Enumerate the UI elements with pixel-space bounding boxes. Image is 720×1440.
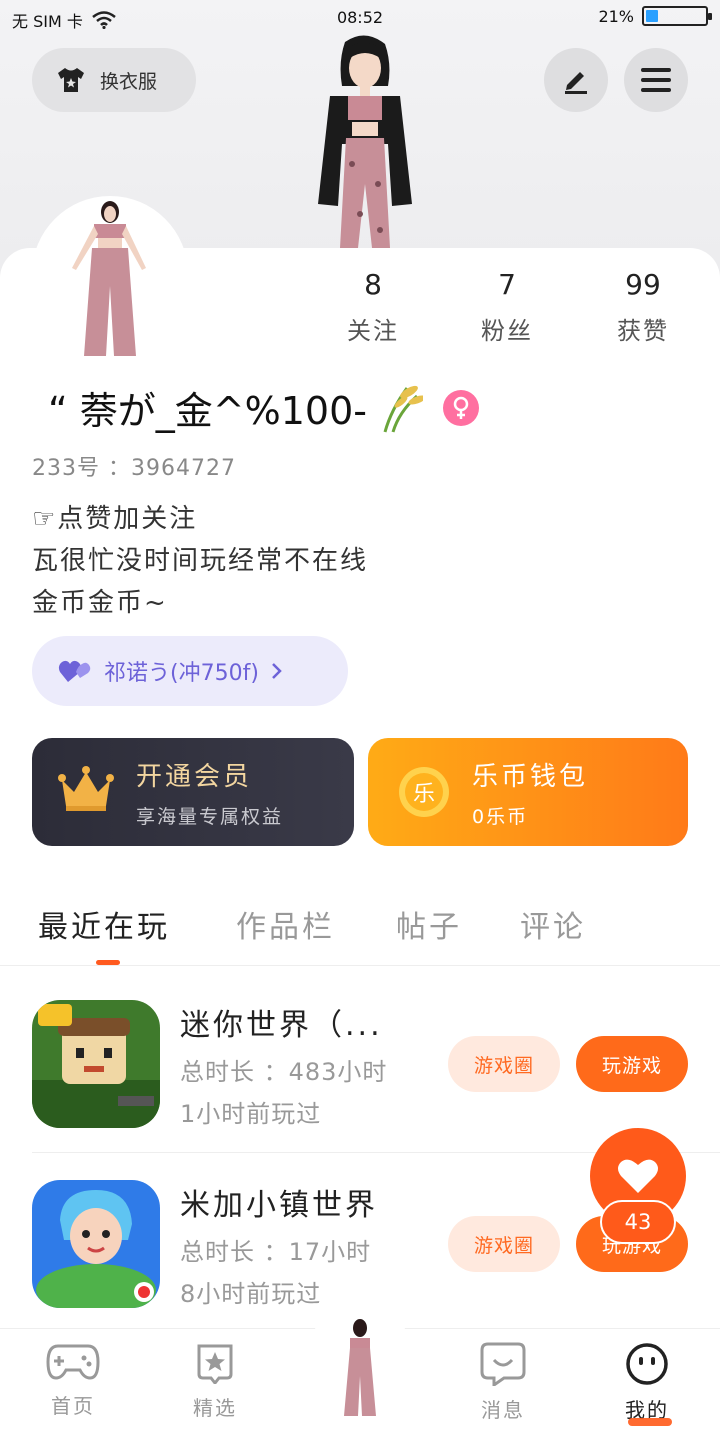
bio-line: 瓦很忙没时间玩经常不在线 [32,546,369,576]
relationship-label: 祁诺う(冲750f) [104,661,259,686]
nav-active-indicator [628,1418,672,1426]
game-title: 米加小镇世界 [180,1188,378,1223]
bio-line: ☞点赞加关注 [32,504,198,534]
status-bar: 无 SIM 卡 08:52 21% [0,0,720,36]
tab-posts[interactable]: 帖子 [396,902,462,946]
hamburger-menu-icon [641,68,671,92]
tshirt-icon [58,68,84,92]
battery-icon [642,6,712,26]
battery-percent: 21% [598,6,634,26]
game-last-played: 8小时前玩过 [180,1280,322,1308]
nav-avatar-image [344,1319,376,1416]
pencil-icon [565,72,587,94]
mini-world-game-icon [32,1000,160,1128]
vip-membership-card[interactable]: 开通会员 享海量专属权益 [32,738,354,846]
nav-messages-label: 消息 [481,1398,525,1422]
game-circle-button[interactable]: 游戏圈 [448,1216,560,1272]
username: “ 萘が_金^%100- [48,389,367,433]
relationship-pill[interactable]: 祁诺う(冲750f) [32,636,348,706]
stat-followers[interactable]: 7 粉丝 [452,268,562,346]
avatar-thumbnail-image [72,201,146,356]
vip-title: 开通会员 [136,762,253,792]
gamepad-icon [46,1344,100,1380]
likes-count: 99 [625,268,661,301]
username-row: “ 萘が_金^%100- [48,380,479,435]
tab-indicator [96,960,120,965]
bio: ☞点赞加关注 瓦很忙没时间玩经常不在线 金币金币~ [32,498,368,624]
user-id: 233号 ：3964727 [32,456,236,481]
play-game-button[interactable]: 玩游戏 [576,1036,688,1092]
likes-label: 获赞 [617,317,669,345]
like-count-badge: 43 [600,1200,676,1244]
miga-town-game-icon [32,1180,160,1308]
nav-home-label: 首页 [51,1394,95,1418]
profile-tabs: 最近在玩 作品栏 帖子 评论 [0,880,720,966]
game-duration: 总时长 ：483小时 [180,1058,388,1086]
nav-home[interactable]: 首页 [28,1342,118,1419]
avatar[interactable] [32,196,188,356]
profile-stats: 8 关注 7 粉丝 99 获赞 [300,268,720,358]
nav-featured-label: 精选 [193,1396,237,1420]
nav-me[interactable]: 我的 [602,1342,692,1423]
stat-likes[interactable]: 99 获赞 [588,268,698,346]
chat-smile-icon [480,1342,526,1388]
edit-profile-button[interactable] [544,48,608,112]
avatar-character-image[interactable] [290,34,440,248]
vip-subtitle: 享海量专属权益 [136,806,284,828]
wallet-card[interactable]: 乐 乐币钱包 0乐币 [368,738,688,846]
game-duration: 总时长 ：17小时 [180,1238,372,1266]
following-label: 关注 [347,317,399,345]
nav-featured[interactable]: 精选 [170,1342,260,1421]
tab-works[interactable]: 作品栏 [236,902,335,946]
list-item[interactable]: 迷你世界（... 总时长 ：483小时 1小时前玩过 游戏圈 玩游戏 [32,1000,720,1150]
stat-following[interactable]: 8 关注 [318,268,428,346]
menu-button[interactable] [624,48,688,112]
tab-recently-played[interactable]: 最近在玩 [38,902,170,946]
tab-comments[interactable]: 评论 [520,902,586,946]
chevron-right-icon [272,663,282,679]
game-circle-button[interactable]: 游戏圈 [448,1036,560,1092]
nav-messages[interactable]: 消息 [458,1342,548,1423]
followers-label: 粉丝 [481,317,533,345]
heart-icon [618,1159,658,1193]
coin-glyph: 乐 [412,782,435,807]
star-badge-icon [197,1344,233,1386]
followers-count: 7 [498,268,516,301]
battery-level [646,10,658,22]
female-gender-icon [442,389,479,426]
dress-up-label: 换衣服 [100,70,158,93]
crown-icon [58,766,114,811]
dress-up-button[interactable]: 换衣服 [32,48,196,112]
smiley-face-icon [626,1343,668,1385]
following-count: 8 [364,268,382,301]
wallet-title: 乐币钱包 [472,762,589,792]
wheat-emoji-icon [383,385,423,432]
bio-line: 金币金币~ [32,588,168,618]
double-heart-icon [58,660,91,682]
wallet-balance: 0乐币 [472,806,529,828]
game-last-played: 1小时前玩过 [180,1100,322,1128]
nav-center-avatar[interactable] [304,1306,416,1418]
game-title: 迷你世界（... [180,1008,383,1043]
